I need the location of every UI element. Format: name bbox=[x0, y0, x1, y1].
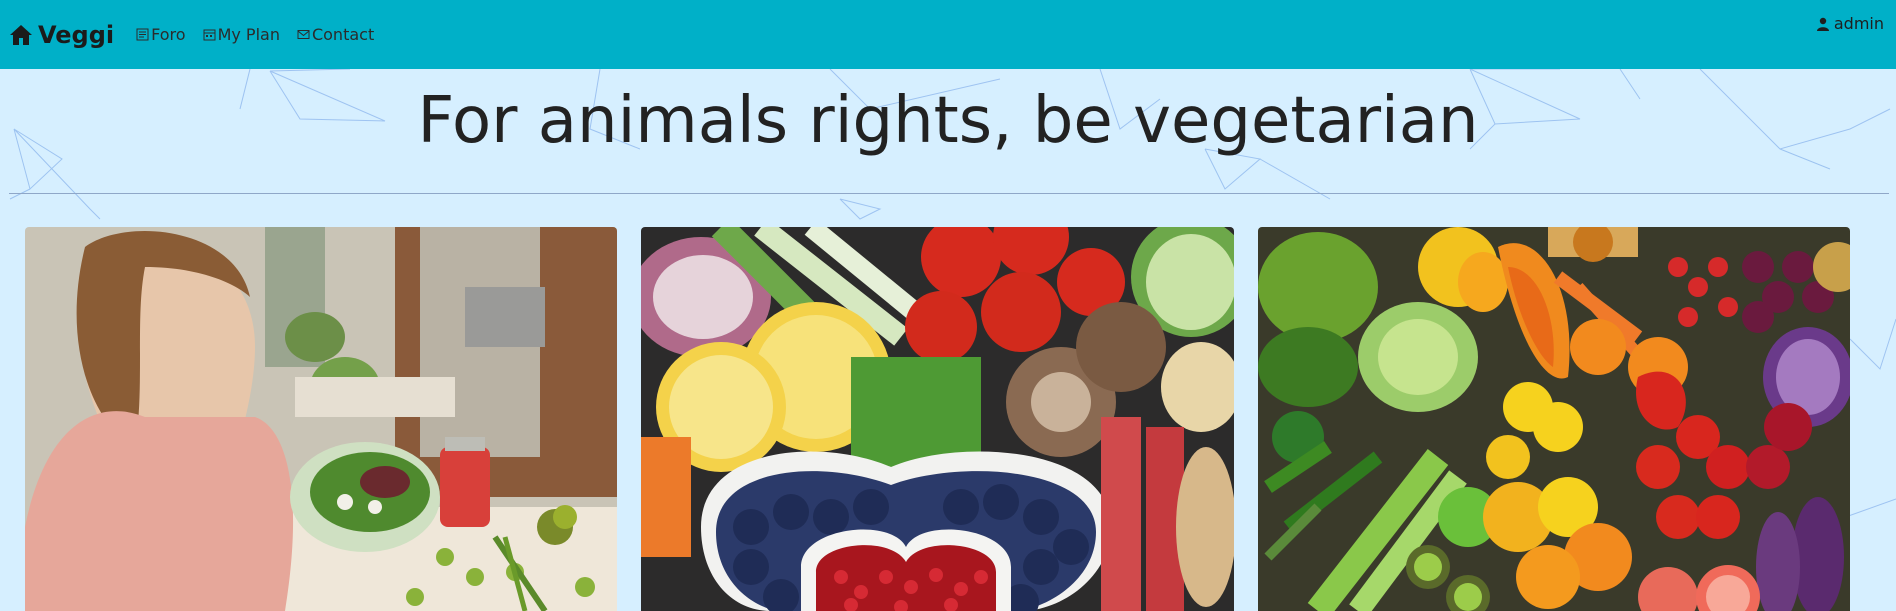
card-image-colorful-produce[interactable] bbox=[641, 227, 1234, 611]
hero-title: For animals rights, be vegetarian bbox=[417, 84, 1479, 158]
user-name: admin bbox=[1833, 14, 1884, 33]
home-icon bbox=[10, 24, 32, 45]
navbar: Veggi Foro My Plan Contact admin bbox=[0, 0, 1896, 69]
nav-link-my-plan[interactable]: My Plan bbox=[203, 25, 280, 44]
nav-link-foro-label: Foro bbox=[151, 25, 186, 44]
divider bbox=[9, 193, 1889, 194]
user-icon bbox=[1816, 17, 1829, 31]
rainbow-vegetables-fruits-image bbox=[1258, 227, 1850, 611]
nav-link-contact-label: Contact bbox=[311, 25, 375, 44]
calendar-icon bbox=[203, 29, 216, 41]
nav-link-contact[interactable]: Contact bbox=[297, 25, 374, 44]
nav-links: Foro My Plan Contact bbox=[136, 25, 391, 44]
forum-icon bbox=[136, 28, 149, 41]
mail-icon bbox=[297, 30, 310, 39]
woman-eating-salad-image bbox=[25, 227, 617, 611]
brand-name: Veggi bbox=[38, 20, 115, 49]
brand-link[interactable]: Veggi bbox=[9, 21, 114, 49]
nav-link-foro[interactable]: Foro bbox=[136, 25, 186, 44]
card-image-woman-eating-salad[interactable] bbox=[25, 227, 617, 611]
nav-link-my-plan-label: My Plan bbox=[217, 25, 280, 44]
card-image-rainbow-produce[interactable] bbox=[1258, 227, 1850, 611]
lemons-tomatoes-blueberries-image bbox=[641, 227, 1234, 611]
user-menu[interactable]: admin bbox=[1816, 14, 1884, 33]
